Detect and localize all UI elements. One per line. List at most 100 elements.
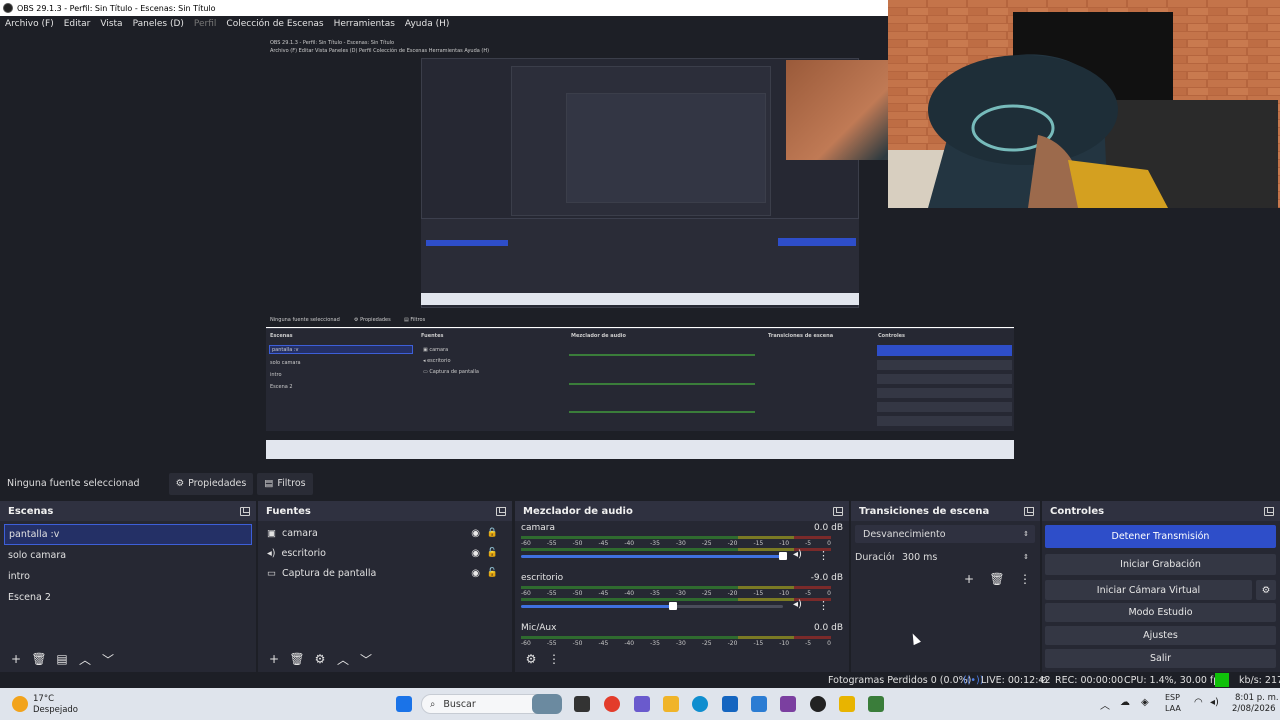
add-icon[interactable]: +	[9, 652, 23, 666]
source-item-camara[interactable]: ▣ camara ◉ 🔒	[258, 523, 512, 543]
app-icon-2[interactable]	[780, 696, 796, 712]
menu-archivo[interactable]: Archivo (F)	[5, 19, 54, 29]
nested-source-2: ◂ escritorio	[423, 358, 451, 364]
nested-filters: ▤ Filtros	[404, 317, 426, 323]
more-icon[interactable]: ⋮	[818, 549, 829, 562]
gear-icon: ⚙	[175, 478, 185, 489]
chevron-down-icon[interactable]: ﹀	[101, 652, 115, 667]
more-icon[interactable]: ⋮	[818, 599, 829, 612]
meter-scale: -60 -55 -50 -45 -40 -35 -30 -25 -20 -15 -10 -5 0	[521, 540, 831, 547]
filter-icon[interactable]: ▤	[55, 652, 69, 666]
webcam-scene	[888, 0, 1280, 208]
menu-editar[interactable]: Editar	[64, 19, 91, 29]
menu-herramientas[interactable]: Herramientas	[334, 19, 395, 29]
sources-title: Fuentes	[266, 505, 311, 517]
weather-icon[interactable]	[12, 696, 28, 712]
eye-icon[interactable]: ◉	[471, 568, 480, 579]
tray-icon[interactable]: ☁	[1120, 697, 1130, 708]
speaker-icon[interactable]: ◂)	[793, 599, 802, 610]
meter-tick: -15	[753, 540, 764, 547]
settings-icon[interactable]: ⚙	[524, 652, 538, 666]
studio-mode-button[interactable]: Modo Estudio	[1045, 603, 1276, 622]
edge-icon[interactable]	[692, 696, 708, 712]
chevron-up-icon[interactable]: ︿	[336, 652, 350, 667]
tray-chevron-icon[interactable]: ︿	[1100, 697, 1110, 712]
settings-button[interactable]: Ajustes	[1045, 626, 1276, 645]
chevron-up-icon[interactable]: ︿	[78, 652, 92, 667]
rec-time: REC: 00:00:00	[1055, 675, 1124, 686]
volume-slider-handle[interactable]	[779, 552, 787, 560]
unlock-icon[interactable]: 🔓	[487, 568, 498, 578]
menu-perfil[interactable]: Perfil	[194, 19, 217, 29]
source-item-captura[interactable]: ▭ Captura de pantalla ◉ 🔓	[258, 563, 512, 583]
volume-slider[interactable]	[521, 555, 783, 558]
start-recording-button[interactable]: Iniciar Grabación	[1045, 554, 1276, 575]
spinner-icon[interactable]: ⇕	[1023, 553, 1029, 561]
add-icon[interactable]: +	[962, 572, 976, 586]
transition-select[interactable]: Desvanecimiento ⇕	[855, 525, 1035, 543]
unlock-icon[interactable]: 🔓	[487, 548, 498, 558]
nested-ctrl-3	[877, 388, 1012, 398]
properties-button[interactable]: ⚙ Propiedades	[168, 472, 254, 495]
more-icon[interactable]: ⋮	[547, 652, 561, 666]
nested-scene-1: pantalla :v	[272, 347, 299, 353]
speaker-icon[interactable]: ◂)	[793, 549, 802, 560]
scene-item-solo-camara[interactable]: solo camara	[0, 545, 256, 566]
nested-ctrl-5	[877, 416, 1012, 426]
filters-button[interactable]: ▤ Filtros	[257, 472, 313, 495]
obs-icon[interactable]	[810, 696, 826, 712]
add-icon[interactable]: +	[267, 652, 281, 666]
app-icon-4[interactable]	[868, 696, 884, 712]
stop-stream-button[interactable]: Detener Transmisión	[1045, 525, 1276, 548]
undock-icon[interactable]	[833, 506, 843, 516]
scene-item-intro[interactable]: intro	[0, 566, 256, 587]
undock-icon[interactable]	[240, 506, 250, 516]
windows-start-icon[interactable]	[396, 696, 412, 712]
lock-icon[interactable]: 🔒	[487, 528, 498, 538]
lang-layout[interactable]: LAA	[1165, 704, 1181, 713]
menu-coleccion-escenas[interactable]: Colección de Escenas	[226, 19, 323, 29]
store-icon[interactable]	[634, 696, 650, 712]
calculator-icon[interactable]	[722, 696, 738, 712]
wifi-icon[interactable]: ◠	[1194, 697, 1203, 708]
meter-tick: -5	[805, 540, 812, 547]
eye-icon[interactable]: ◉	[471, 528, 480, 539]
volume-slider-handle[interactable]	[669, 602, 677, 610]
scene-item-escena-2[interactable]: Escena 2	[0, 587, 256, 608]
weather-temp: 17°C	[33, 694, 55, 704]
duration-input[interactable]: 300 ms ⇕	[894, 548, 1035, 566]
menu-paneles[interactable]: Paneles (D)	[133, 19, 184, 29]
eye-icon[interactable]: ◉	[471, 548, 480, 559]
undock-icon[interactable]	[496, 506, 506, 516]
tray-icon-2[interactable]: ◈	[1141, 697, 1149, 708]
gear-icon[interactable]: ⚙	[313, 652, 327, 666]
undock-icon[interactable]	[1264, 506, 1274, 516]
menu-vista[interactable]: Vista	[100, 19, 122, 29]
chrome-icon[interactable]	[604, 696, 620, 712]
virtual-camera-button[interactable]: Iniciar Cámara Virtual	[1045, 580, 1252, 600]
undock-icon[interactable]	[1024, 506, 1034, 516]
source-item-escritorio[interactable]: ◂) escritorio ◉ 🔓	[258, 543, 512, 563]
exit-button[interactable]: Salir	[1045, 649, 1276, 668]
chevron-down-icon[interactable]: ﹀	[359, 652, 373, 667]
gear-icon[interactable]: ⚙	[1256, 580, 1276, 600]
duration-value: 300 ms	[902, 551, 938, 563]
app-icon-3[interactable]	[839, 696, 855, 712]
trash-icon[interactable]: 🗑	[289, 652, 304, 666]
clock-date[interactable]: 2/08/2026	[1232, 704, 1276, 714]
trash-icon[interactable]: 🗑	[31, 652, 46, 666]
volume-slider-track[interactable]	[673, 605, 783, 608]
level-meter	[521, 636, 831, 639]
folder-icon[interactable]	[663, 696, 679, 712]
app-icon[interactable]	[751, 696, 767, 712]
camera-icon: ▣	[267, 527, 276, 539]
task-view-icon[interactable]	[574, 696, 590, 712]
more-icon[interactable]: ⋮	[1018, 572, 1032, 586]
clock-time[interactable]: 8:01 p. m.	[1235, 693, 1279, 703]
trash-icon[interactable]: 🗑	[989, 572, 1004, 586]
lang-code[interactable]: ESP	[1165, 693, 1180, 702]
volume-icon[interactable]: ◂)	[1210, 697, 1219, 708]
menu-ayuda[interactable]: Ayuda (H)	[405, 19, 449, 29]
scene-item-pantalla[interactable]: pantalla :v	[4, 524, 252, 545]
volume-slider[interactable]	[521, 605, 673, 608]
